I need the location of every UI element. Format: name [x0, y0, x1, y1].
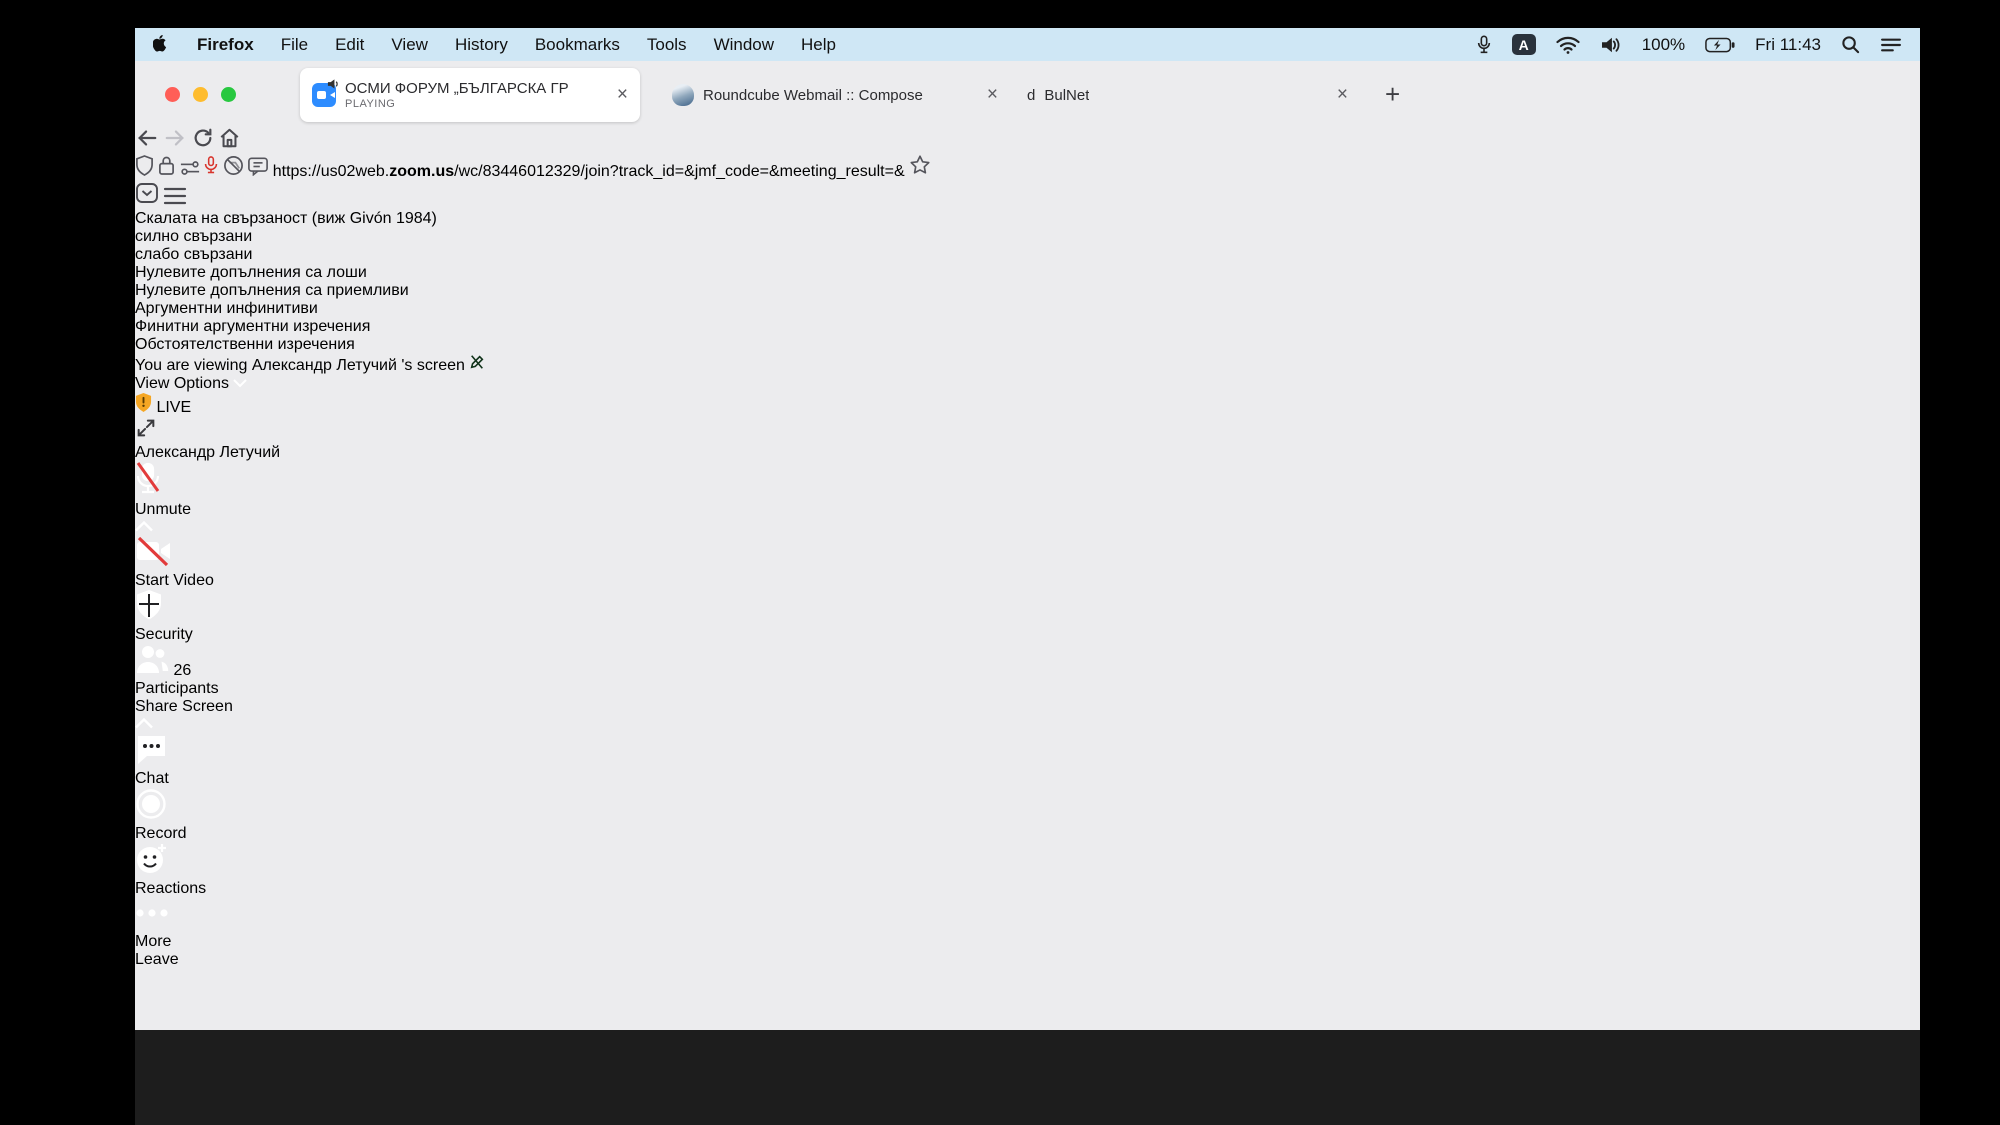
url-text: https://us02web.zoom.us/wc/83446012329/j… — [273, 163, 905, 180]
tab-playing-indicator[interactable]: PLAYING — [345, 98, 569, 110]
navigation-toolbar: https://us02web.zoom.us/wc/83446012329/j… — [135, 127, 1920, 210]
menu-file[interactable]: File — [281, 35, 308, 55]
battery-icon[interactable] — [1705, 37, 1735, 53]
presentation-slide: Скалата на свързаност (виж Givón 1984) с… — [135, 210, 1920, 354]
menu-window[interactable]: Window — [714, 35, 774, 55]
reload-button[interactable] — [192, 136, 218, 153]
apple-menu-icon[interactable] — [153, 35, 170, 55]
mic-in-use-icon[interactable] — [1476, 34, 1492, 56]
tab-bulnet[interactable]: d BulNet × — [1015, 68, 1360, 122]
tab-title: Roundcube Webmail :: Compose — [703, 87, 923, 104]
tab-close-icon[interactable]: × — [617, 84, 628, 106]
zoom-tab-icon — [312, 83, 336, 107]
input-source-icon[interactable]: A — [1512, 34, 1536, 55]
back-button[interactable] — [135, 136, 163, 153]
slide-column-1: Аргументни инфинитиви — [135, 300, 1920, 318]
share-options-chevron[interactable] — [135, 716, 1920, 734]
zoom-window-button[interactable] — [221, 87, 236, 102]
screenshot-stage: Firefox File Edit View History Bookmarks… — [0, 0, 2000, 1125]
menu-help[interactable]: Help — [801, 35, 836, 55]
reactions-button[interactable]: Reactions — [135, 843, 1920, 898]
audio-options-chevron[interactable] — [135, 519, 1920, 537]
permissions-icon[interactable] — [180, 163, 204, 180]
tab-close-icon[interactable]: × — [1337, 84, 1348, 106]
security-button[interactable]: Security — [135, 590, 1920, 644]
tab-roundcube[interactable]: Roundcube Webmail :: Compose × — [660, 68, 1010, 122]
slide-column-2: Финитни аргументни изречения — [135, 318, 1920, 336]
tab-title: BulNet — [1044, 87, 1089, 104]
menu-edit[interactable]: Edit — [335, 35, 364, 55]
slide-strong-label: силно свързани — [135, 228, 1920, 246]
camera-blocked-icon[interactable] — [223, 163, 248, 180]
tab-bar: ОСМИ ФОРУМ „БЪЛГАРСКА ГР PLAYING × Round… — [135, 61, 1920, 127]
tab-close-icon[interactable]: × — [987, 84, 998, 106]
bulnet-tab-icon: d — [1027, 87, 1035, 104]
forward-button[interactable] — [163, 136, 191, 153]
tracking-protection-shield-icon[interactable] — [135, 163, 158, 180]
home-button[interactable] — [218, 136, 241, 153]
slide-weak-label: слабо свързани — [135, 246, 1920, 264]
share-screen-button[interactable]: Share Screen — [135, 698, 1920, 716]
minimize-window-button[interactable] — [193, 87, 208, 102]
new-tab-button[interactable]: + — [1385, 79, 1400, 110]
shared-screen: Скалата на свързаност (виж Givón 1984) с… — [135, 210, 1920, 354]
firefox-window: ОСМИ ФОРУМ „БЪЛГАРСКА ГР PLAYING × Round… — [135, 61, 1920, 1030]
viewing-banner: You are viewing Александр Летучий 's scr… — [135, 354, 1920, 375]
page-message-icon[interactable] — [248, 163, 272, 180]
fullscreen-button[interactable] — [135, 417, 1920, 444]
chat-button[interactable]: Chat — [135, 734, 1920, 788]
start-video-button[interactable]: Start Video — [135, 537, 1920, 590]
participant-video: Александр Летучий — [135, 444, 1920, 462]
menubar-clock[interactable]: Fri 11:43 — [1755, 35, 1821, 55]
macos-screen: Firefox File Edit View History Bookmarks… — [135, 28, 1920, 1125]
volume-icon[interactable] — [1600, 36, 1622, 54]
close-window-button[interactable] — [165, 87, 180, 102]
slide-strong-note: Нулевите допълнения са лоши — [135, 264, 1920, 282]
macos-menubar: Firefox File Edit View History Bookmarks… — [135, 28, 1920, 61]
wifi-icon[interactable] — [1556, 36, 1580, 54]
notification-center-icon[interactable] — [1880, 37, 1902, 53]
slide-title: Скалата на свързаност (виж Givón 1984) — [135, 210, 1920, 228]
zoom-meeting-view: Скалата на свързаност (виж Givón 1984) с… — [135, 210, 1920, 969]
participant-video-panel[interactable]: Александр Летучий — [135, 444, 1920, 462]
pocket-icon[interactable] — [135, 192, 163, 209]
slide-weak-note: Нулевите допълнения са приемливи — [135, 282, 1920, 300]
more-button[interactable]: More — [135, 898, 1920, 951]
url-input[interactable]: https://us02web.zoom.us/wc/83446012329/j… — [135, 154, 1920, 181]
roundcube-tab-icon — [672, 84, 694, 106]
menubar-app-name[interactable]: Firefox — [197, 35, 254, 55]
menu-bookmarks[interactable]: Bookmarks — [535, 35, 620, 55]
zoom-toolbar: Unmute Start Video — [135, 462, 1920, 969]
menu-tools[interactable]: Tools — [647, 35, 687, 55]
slide-column-3: Обстоятелственни изречения — [135, 336, 1920, 354]
live-badge: LIVE — [156, 399, 191, 416]
record-button[interactable]: Record — [135, 788, 1920, 843]
presenter-name: Александр Летучий — [252, 357, 397, 374]
unmute-button[interactable]: Unmute — [135, 462, 1920, 519]
menu-history[interactable]: History — [455, 35, 508, 55]
participants-button[interactable]: 26 Participants — [135, 644, 1920, 698]
encryption-shield-icon[interactable] — [135, 399, 156, 416]
window-controls — [165, 87, 236, 102]
spotlight-search-icon[interactable] — [1841, 35, 1860, 54]
mic-active-icon[interactable] — [204, 163, 222, 180]
participant-name-tag: Александр Летучий — [135, 444, 1920, 462]
annotate-disabled-icon — [469, 357, 485, 374]
lock-icon[interactable] — [158, 163, 179, 180]
battery-percent: 100% — [1642, 35, 1685, 55]
app-menu-icon[interactable] — [163, 192, 187, 209]
leave-button[interactable]: Leave — [135, 951, 1920, 969]
menu-view[interactable]: View — [391, 35, 428, 55]
participants-count-badge: 26 — [173, 662, 191, 679]
tab-zoom-meeting[interactable]: ОСМИ ФОРУМ „БЪЛГАРСКА ГР PLAYING × — [300, 68, 640, 122]
view-options-button[interactable]: View Options — [135, 375, 1920, 393]
tab-title: ОСМИ ФОРУМ „БЪЛГАРСКА ГР — [345, 80, 569, 97]
bookmark-star-icon[interactable] — [909, 163, 931, 180]
